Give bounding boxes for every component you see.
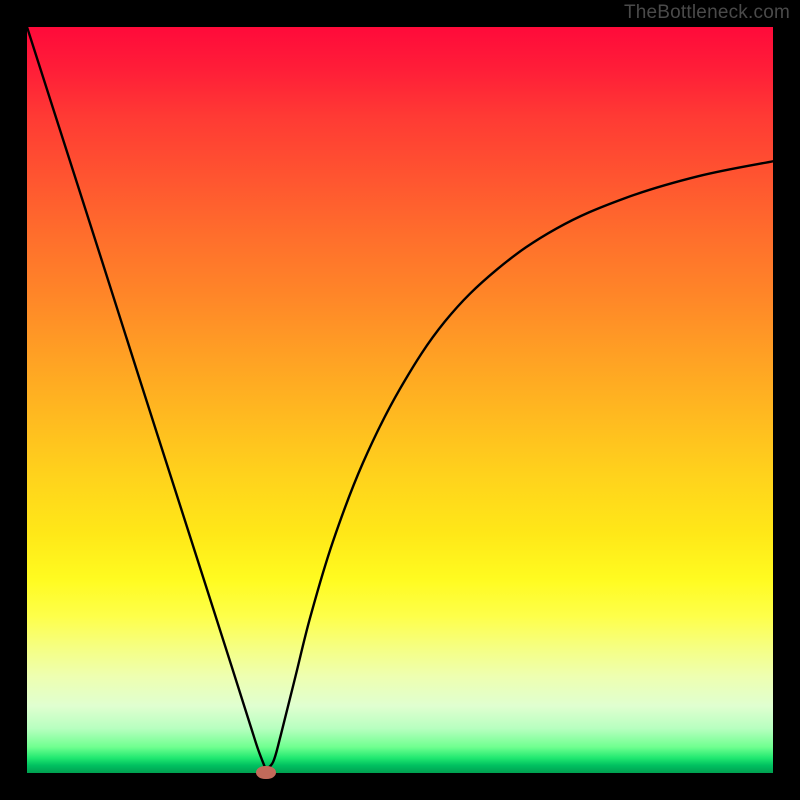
chart-container: TheBottleneck.com — [0, 0, 800, 800]
minimum-marker — [256, 766, 276, 779]
plot-area — [27, 27, 773, 773]
bottleneck-curve — [27, 27, 773, 769]
curve-svg — [27, 27, 773, 773]
watermark-text: TheBottleneck.com — [624, 2, 790, 24]
